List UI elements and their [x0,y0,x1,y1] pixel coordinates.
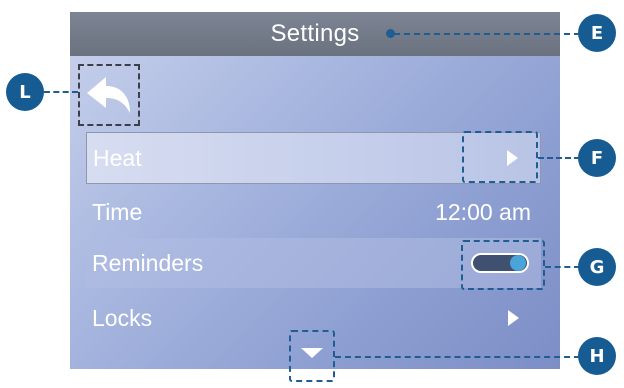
menu-item-label: Heat [93,144,142,171]
back-button[interactable] [78,64,140,126]
menu-item-time[interactable]: Time 12:00 am [86,187,541,237]
time-value: 12:00 am [435,198,531,225]
highlight-submenu-arrow [462,131,538,183]
callout-badge-g: G [578,248,616,286]
callout-line-l [44,91,78,93]
device-screen: Settings Heat Time 12:00 am Reminders Lo… [70,12,560,369]
callout-line-e [394,33,580,35]
page-title: Settings [270,20,360,47]
callout-badge-e: E [578,14,616,52]
highlight-scroll-down [289,330,335,382]
back-arrow-icon [87,77,130,113]
callout-badge-l: L [6,73,44,111]
callout-line-g [545,266,580,268]
callout-line-f [538,157,580,159]
callout-badge-f: F [578,139,616,177]
menu-item-label: Locks [92,304,153,331]
menu-item-label: Time [92,198,143,225]
annotated-screenshot: Settings Heat Time 12:00 am Reminders Lo… [0,0,624,388]
callout-line-h [335,356,580,358]
callout-badge-h: H [578,337,616,375]
highlight-toggle [461,240,545,290]
chevron-right-icon[interactable] [508,310,519,326]
menu-item-label: Reminders [92,249,204,276]
